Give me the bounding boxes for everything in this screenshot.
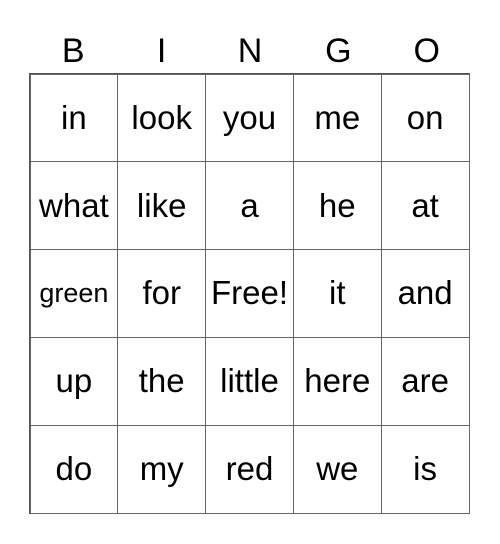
bingo-header: B I N G O bbox=[29, 30, 471, 73]
bingo-grid: in look you me on what like a he at gree… bbox=[29, 73, 470, 514]
bingo-cell[interactable]: on bbox=[380, 73, 470, 163]
bingo-cell[interactable]: green bbox=[29, 249, 119, 338]
bingo-cell[interactable]: we bbox=[292, 424, 382, 514]
header-letter-g: G bbox=[325, 32, 352, 70]
free-space-cell[interactable]: Free! bbox=[205, 249, 294, 338]
header-letter-o: O bbox=[413, 32, 440, 70]
header-letter-b: B bbox=[61, 32, 85, 70]
bingo-cell[interactable]: my bbox=[117, 424, 207, 514]
bingo-cell[interactable]: the bbox=[117, 336, 207, 426]
bingo-cell[interactable]: for bbox=[117, 249, 207, 338]
bingo-cell[interactable]: like bbox=[117, 161, 207, 251]
header-letter-i: I bbox=[156, 32, 167, 70]
bingo-cell[interactable]: is bbox=[380, 424, 470, 514]
bingo-cell[interactable]: you bbox=[205, 73, 294, 163]
bingo-cell[interactable]: do bbox=[29, 424, 119, 514]
bingo-cell[interactable]: he bbox=[292, 161, 382, 251]
bingo-cell[interactable]: a bbox=[205, 161, 294, 251]
bingo-cell[interactable]: red bbox=[205, 424, 294, 514]
bingo-cell[interactable]: what bbox=[29, 161, 119, 251]
bingo-cell[interactable]: up bbox=[29, 336, 119, 426]
bingo-cell[interactable]: little bbox=[205, 336, 294, 426]
bingo-cell[interactable]: and bbox=[380, 249, 470, 338]
header-letter-n: N bbox=[237, 32, 263, 70]
bingo-cell[interactable]: are bbox=[380, 336, 470, 426]
bingo-cell[interactable]: me bbox=[292, 73, 382, 163]
bingo-cell[interactable]: here bbox=[292, 336, 382, 426]
bingo-cell[interactable]: in bbox=[29, 73, 119, 163]
bingo-cell[interactable]: look bbox=[117, 73, 207, 163]
bingo-cell[interactable]: at bbox=[380, 161, 470, 251]
bingo-cell[interactable]: it bbox=[292, 249, 382, 338]
